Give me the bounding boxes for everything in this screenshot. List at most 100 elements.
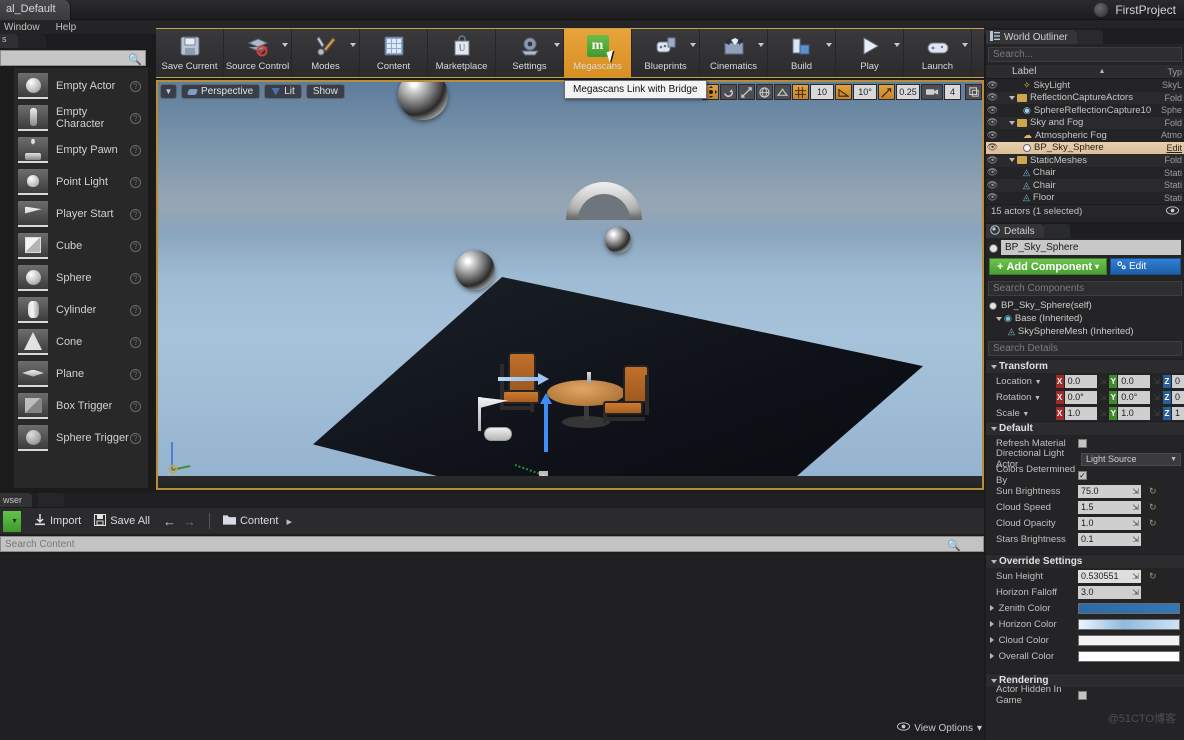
- help-icon[interactable]: ?: [130, 368, 141, 380]
- eye-icon[interactable]: 👁: [986, 117, 999, 128]
- viewport-camera-mode-button[interactable]: Perspective: [181, 84, 261, 99]
- reset-icon[interactable]: ↻: [1149, 502, 1157, 513]
- zenith-color-swatch[interactable]: [1078, 602, 1180, 614]
- expander-icon[interactable]: [990, 636, 994, 643]
- modes-button[interactable]: Modes: [292, 29, 360, 77]
- level-tab[interactable]: al_Default: [0, 0, 71, 20]
- refresh-material-checkbox[interactable]: [1078, 438, 1087, 448]
- component-row-skyspheremesh[interactable]: ◬ SkySphereMesh (Inherited): [986, 325, 1184, 338]
- view-options-button[interactable]: View Options ▾: [897, 722, 982, 734]
- chevron-down-icon[interactable]: [826, 43, 832, 47]
- location-x-input[interactable]: 0.0: [1064, 374, 1097, 388]
- breadcrumb-chevron-icon[interactable]: ▸: [286, 515, 292, 528]
- place-actor-empty-pawn[interactable]: Empty Pawn ?: [14, 134, 148, 166]
- horizon-color-swatch[interactable]: [1078, 618, 1180, 630]
- maximize-icon[interactable]: [965, 84, 982, 100]
- megascans-button[interactable]: m Megascans: [564, 29, 632, 77]
- place-actor-box-trigger[interactable]: Box Trigger ?: [14, 390, 148, 422]
- place-actor-sphere-trigger[interactable]: Sphere Trigger ?: [14, 422, 148, 454]
- import-button[interactable]: Import: [34, 513, 81, 529]
- marketplace-button[interactable]: U Marketplace: [428, 29, 496, 77]
- help-icon[interactable]: ?: [130, 432, 141, 444]
- help-icon[interactable]: ?: [130, 336, 141, 348]
- tab-world-outliner[interactable]: World Outliner: [986, 30, 1077, 44]
- help-icon[interactable]: ?: [130, 112, 141, 124]
- expander-icon[interactable]: [990, 620, 994, 627]
- eye-icon[interactable]: [1166, 205, 1179, 218]
- source-control-button[interactable]: Source Control: [224, 29, 292, 77]
- expand-icon[interactable]: ⇲: [1132, 572, 1139, 581]
- expander-icon[interactable]: [1009, 158, 1015, 163]
- help-icon[interactable]: ?: [130, 240, 141, 252]
- chevron-down-icon[interactable]: ▼: [1034, 395, 1041, 402]
- settings-button[interactable]: Settings: [496, 29, 564, 77]
- place-actor-point-light[interactable]: Point Light ?: [14, 166, 148, 198]
- place-actor-empty-character[interactable]: Empty Character ?: [14, 102, 148, 134]
- details-search-input[interactable]: Search Details: [988, 341, 1182, 356]
- expander-icon[interactable]: [996, 316, 1002, 321]
- grid-snap-value[interactable]: 10: [810, 84, 834, 100]
- directional-light-actor-dropdown[interactable]: Light Source ▼: [1081, 452, 1181, 466]
- sun-height-input[interactable]: 0.530551 ⇲: [1078, 569, 1141, 583]
- content-button[interactable]: Content: [360, 29, 428, 77]
- launch-button[interactable]: Launch: [904, 29, 972, 77]
- outliner-row-floor[interactable]: 👁 ◬ Floor Stati: [986, 192, 1184, 205]
- outliner-row-sky-and-fog[interactable]: 👁 Sky and Fog Fold: [986, 116, 1184, 129]
- cloud-speed-input[interactable]: 1.5 ⇲: [1078, 500, 1141, 514]
- details-tab-ghost[interactable]: [1043, 224, 1070, 238]
- place-actor-cone[interactable]: Cone ?: [14, 326, 148, 358]
- scale-snap-value[interactable]: 0.25: [896, 84, 920, 100]
- viewport-options-chevron-icon[interactable]: ▼: [160, 84, 177, 99]
- expand-icon[interactable]: ⇲: [1100, 409, 1107, 418]
- chevron-down-icon[interactable]: ▼: [1022, 411, 1029, 418]
- section-transform[interactable]: Transform: [986, 359, 1184, 373]
- colors-determined-by-checkbox[interactable]: ✓: [1078, 470, 1087, 480]
- arrow-right-icon[interactable]: →: [183, 514, 196, 529]
- expander-icon[interactable]: [990, 652, 994, 659]
- surface-snap-button[interactable]: [774, 84, 791, 100]
- stars-brightness-input[interactable]: 0.1 ⇲: [1078, 532, 1141, 546]
- viewport-view-mode-button[interactable]: Lit: [264, 84, 302, 99]
- eye-icon[interactable]: 👁: [986, 142, 999, 153]
- chevron-down-icon[interactable]: ▼: [1035, 379, 1042, 386]
- outliner-row-atmospheric-fog[interactable]: 👁 ☁ Atmospheric Fog Atmo: [986, 129, 1184, 142]
- place-actor-player-start[interactable]: Player Start ?: [14, 198, 148, 230]
- outliner-row-bp-sky-sphere[interactable]: 👁 BP_Sky_Sphere Edit: [986, 141, 1184, 154]
- chevron-down-icon[interactable]: [894, 43, 900, 47]
- reset-icon[interactable]: ↻: [1149, 571, 1157, 582]
- chair-mesh-right[interactable]: [601, 365, 663, 447]
- expand-icon[interactable]: ⇲: [1100, 393, 1107, 402]
- add-new-icon[interactable]: ▼: [3, 510, 21, 532]
- component-row-base[interactable]: ◉ Base (Inherited): [986, 312, 1184, 325]
- eye-icon[interactable]: 👁: [986, 155, 999, 166]
- chevron-down-icon[interactable]: [350, 43, 356, 47]
- eye-icon[interactable]: 👁: [986, 192, 999, 203]
- content-browser-asset-area[interactable]: [0, 553, 984, 740]
- component-search-input[interactable]: Search Components: [988, 281, 1182, 296]
- help-icon[interactable]: ?: [130, 400, 141, 412]
- cloud-opacity-input[interactable]: 1.0 ⇲: [1078, 516, 1141, 530]
- outliner-row-skylight[interactable]: 👁 ✧ SkyLight SkyL: [986, 79, 1184, 92]
- coordinate-system-button[interactable]: [756, 84, 773, 100]
- outliner-search-input[interactable]: Search...: [988, 47, 1182, 62]
- expand-icon[interactable]: ⇲: [1132, 535, 1139, 544]
- actor-name-field[interactable]: BP_Sky_Sphere: [1001, 240, 1181, 255]
- gizmo-z-head[interactable]: [540, 393, 552, 404]
- help-icon[interactable]: ?: [130, 304, 141, 316]
- actor-hidden-in-game-checkbox[interactable]: [1078, 690, 1087, 700]
- expander-icon[interactable]: [1009, 95, 1015, 100]
- place-actor-cube[interactable]: Cube ?: [14, 230, 148, 262]
- expand-icon[interactable]: ⇲: [1132, 519, 1139, 528]
- place-actors-search-input[interactable]: 🔍: [0, 50, 146, 66]
- place-actor-plane[interactable]: Plane ?: [14, 358, 148, 390]
- chevron-down-icon[interactable]: [554, 43, 560, 47]
- outliner-row-chair-1[interactable]: 👁 ◬ Chair Stati: [986, 167, 1184, 180]
- scale-x-input[interactable]: 1.0: [1064, 406, 1097, 420]
- rotate-mode-button[interactable]: [720, 84, 737, 100]
- eye-icon[interactable]: 👁: [986, 180, 999, 191]
- menu-item-help[interactable]: Help: [56, 22, 77, 33]
- edit-blueprint-button[interactable]: Edit: [1110, 258, 1181, 275]
- chevron-down-icon[interactable]: [962, 43, 968, 47]
- place-actor-empty-actor[interactable]: Empty Actor ?: [14, 70, 148, 102]
- content-browser-tab-ghost[interactable]: [38, 493, 64, 507]
